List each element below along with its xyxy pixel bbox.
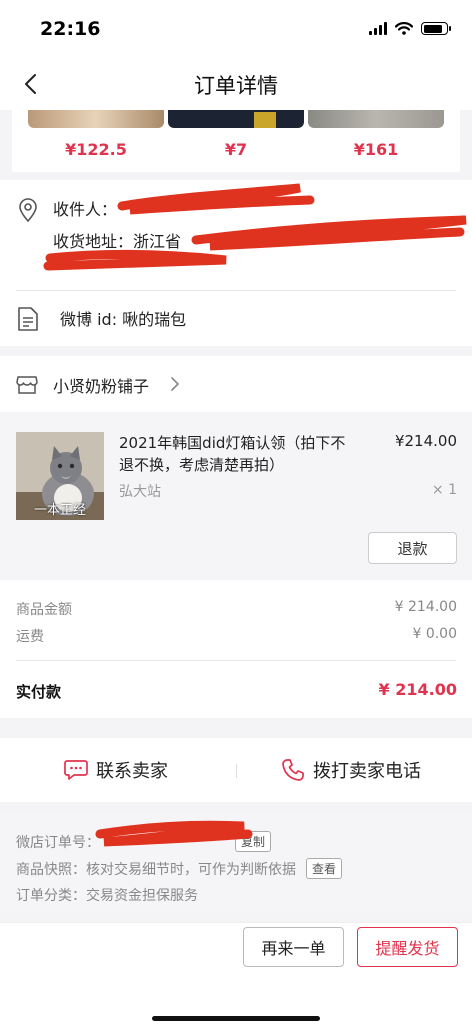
address-section: 收件人： 收货地址：浙江省 微博 id: 啾的瑞包 [0,180,472,346]
snapshot-row: 商品快照：核对交易细节时，可作为判断依据 查看 [16,858,343,879]
order-number-row: 微店订单号： 复制 [16,831,272,852]
goods-amount-label: 商品金额 [16,602,72,618]
shop-icon [16,376,38,394]
nav-bar: 订单详情 [0,58,472,110]
image-caption: 一本正经 [33,503,86,518]
chat-icon [64,760,88,780]
remind-ship-button[interactable]: 提醒发货 [357,927,458,967]
product-thumbnail[interactable] [308,110,444,128]
category-text: 订单分类：交易资金担保服务 [16,888,198,904]
shop-header[interactable]: 小贤奶粉铺子 [0,356,472,412]
paid-label: 实付款 [16,683,62,701]
product-price: ¥7 [224,140,248,159]
view-snapshot-button[interactable]: 查看 [306,858,343,879]
product-price: ¥161 [353,140,399,159]
page-title: 订单详情 [194,74,278,98]
paid-value: ¥ 214.00 [378,680,457,699]
contact-bar: 联系卖家 拨打卖家电话 [0,738,472,802]
product-strip: ¥122.5 ¥7 ¥161 [12,110,460,172]
battery-icon [421,22,451,35]
contact-seller-button[interactable]: 联系卖家 [64,738,168,802]
goods-amount-value: ¥ 214.00 [394,599,457,615]
status-bar: 22:16 [0,0,472,58]
phone-icon [282,759,304,781]
chevron-right-icon [171,377,179,391]
divider [16,290,456,291]
snapshot-text: 商品快照：核对交易细节时，可作为判断依据 [16,861,296,878]
item-spec: 弘大站 [119,484,161,500]
location-pin-icon [19,198,37,223]
status-icons [369,22,451,35]
footer-actions: 再来一单 提醒发货 [0,922,472,1024]
buy-again-button[interactable]: 再来一单 [243,927,344,967]
wifi-icon [395,22,413,35]
refund-button[interactable]: 退款 [368,532,457,564]
document-icon [18,307,38,331]
divider [236,764,237,778]
product-price: ¥122.5 [65,140,127,159]
address-label: 收货地址：浙江省 [53,232,182,251]
product-thumbnail[interactable] [168,110,304,128]
item-price: ¥214.00 [394,432,457,450]
signal-icon [369,22,387,35]
price-summary: 商品金额 ¥ 214.00 运费 ¥ 0.00 实付款 ¥ 214.00 [0,580,472,718]
home-indicator [152,1016,320,1021]
status-time: 22:16 [40,18,101,40]
call-seller-label: 拨打卖家电话 [313,761,421,782]
product-thumbnail[interactable] [28,110,164,128]
call-seller-button[interactable]: 拨打卖家电话 [281,738,421,802]
order-info: 微店订单号： 复制 商品快照：核对交易细节时，可作为判断依据 查看 订单分类：交… [0,812,472,912]
weibo-id: 微博 id: 啾的瑞包 [60,310,187,329]
recipient-label: 收件人： [53,200,118,219]
divider [16,660,456,661]
shipping-label: 运费 [16,629,44,645]
contact-seller-label: 联系卖家 [96,761,168,782]
category-row: 订单分类：交易资金担保服务 [16,885,198,905]
product-image[interactable]: 一本正经 [16,432,104,520]
item-title: 2021年韩国did灯箱认领（拍下不退不换，考虑清楚再拍） [119,434,346,474]
order-item[interactable]: 一本正经 2021年韩国did灯箱认领（拍下不退不换，考虑清楚再拍） 弘大站 ¥… [0,412,472,580]
shop-name[interactable]: 小贤奶粉铺子 [53,373,149,397]
copy-button[interactable]: 复制 [235,831,272,852]
battery-fill [423,24,443,33]
order-number-label: 微店订单号： [16,834,100,851]
item-quantity: × 1 [431,482,457,498]
shipping-value: ¥ 0.00 [412,626,457,642]
